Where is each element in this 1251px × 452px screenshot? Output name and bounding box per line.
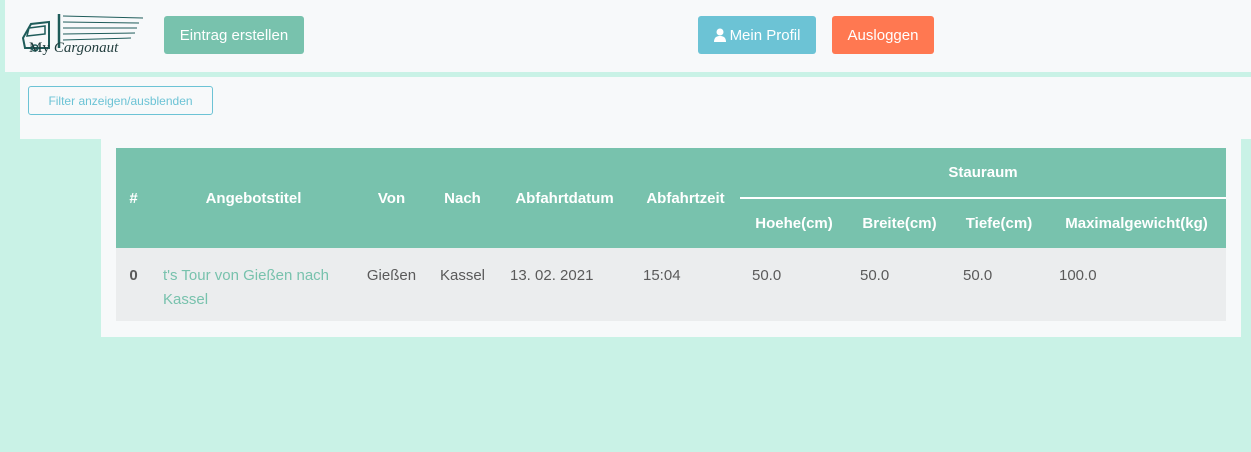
logo-text-my: My — [29, 40, 50, 56]
user-icon — [713, 28, 726, 42]
header-from: Von — [356, 148, 427, 248]
header-storage-group: Stauraum — [740, 148, 1226, 199]
create-entry-button[interactable]: Eintrag erstellen — [164, 16, 304, 54]
row-height: 50.0 — [752, 267, 782, 284]
offers-panel: # Angebotstitel Von Nach Abfahrtdatum Ab… — [101, 139, 1241, 337]
filter-bar: Filter anzeigen/ausblenden — [20, 77, 1251, 139]
header-height: Hoehe(cm) — [740, 198, 848, 248]
cell-to: Kassel — [427, 248, 498, 321]
cell-date: 13. 02. 2021 — [498, 248, 631, 321]
offers-table: # Angebotstitel Von Nach Abfahrtdatum Ab… — [116, 148, 1226, 321]
cell-height: 50.0 — [740, 248, 848, 321]
header-date: Abfahrtdatum — [498, 148, 631, 248]
my-profile-label: Mein Profil — [729, 26, 801, 44]
row-max-weight: 100.0 — [1059, 267, 1097, 284]
header-max-weight: Maximalgewicht(kg) — [1047, 198, 1226, 248]
row-date: 13. 02. 2021 — [510, 267, 594, 284]
logo-text-cargonaut: Cargonaut — [53, 40, 119, 56]
cell-from: Gießen — [356, 248, 427, 321]
logout-button[interactable]: Ausloggen — [832, 16, 934, 54]
cell-time: 15:04 — [631, 248, 740, 321]
row-width: 50.0 — [860, 267, 890, 284]
header-depth: Tiefe(cm) — [951, 198, 1047, 248]
my-profile-button[interactable]: Mein Profil — [698, 16, 816, 54]
row-from: Gießen — [366, 267, 417, 284]
table-row: 0 t's Tour von Gießen nach Kassel Gießen … — [116, 248, 1226, 321]
cell-title: t's Tour von Gießen nach Kassel — [151, 248, 356, 321]
toggle-filter-button[interactable]: Filter anzeigen/ausblenden — [28, 86, 213, 115]
cell-depth: 50.0 — [951, 248, 1047, 321]
row-to: Kassel — [439, 267, 486, 284]
header-index: # — [116, 148, 151, 248]
header-time: Abfahrtzeit — [631, 148, 740, 248]
row-index: 0 — [129, 267, 138, 284]
header-title: Angebotstitel — [151, 148, 356, 248]
cell-index: 0 — [116, 248, 151, 321]
offer-title-link[interactable]: t's Tour von Gießen nach Kassel — [163, 267, 329, 308]
brand-logo[interactable]: My Cargonaut — [19, 8, 143, 60]
cell-max-weight: 100.0 — [1047, 248, 1226, 321]
offer-title-line1: t's Tour von Gießen nach — [163, 267, 330, 284]
cell-width: 50.0 — [848, 248, 951, 321]
header-width: Breite(cm) — [848, 198, 951, 248]
row-time: 15:04 — [643, 267, 681, 284]
row-depth: 50.0 — [963, 267, 993, 284]
offer-title-line2: Kassel — [163, 291, 209, 308]
logo-text: My Cargonaut — [29, 40, 118, 57]
header-to: Nach — [427, 148, 498, 248]
navbar: My Cargonaut Eintrag erstellen Mein Profi… — [5, 0, 1251, 72]
